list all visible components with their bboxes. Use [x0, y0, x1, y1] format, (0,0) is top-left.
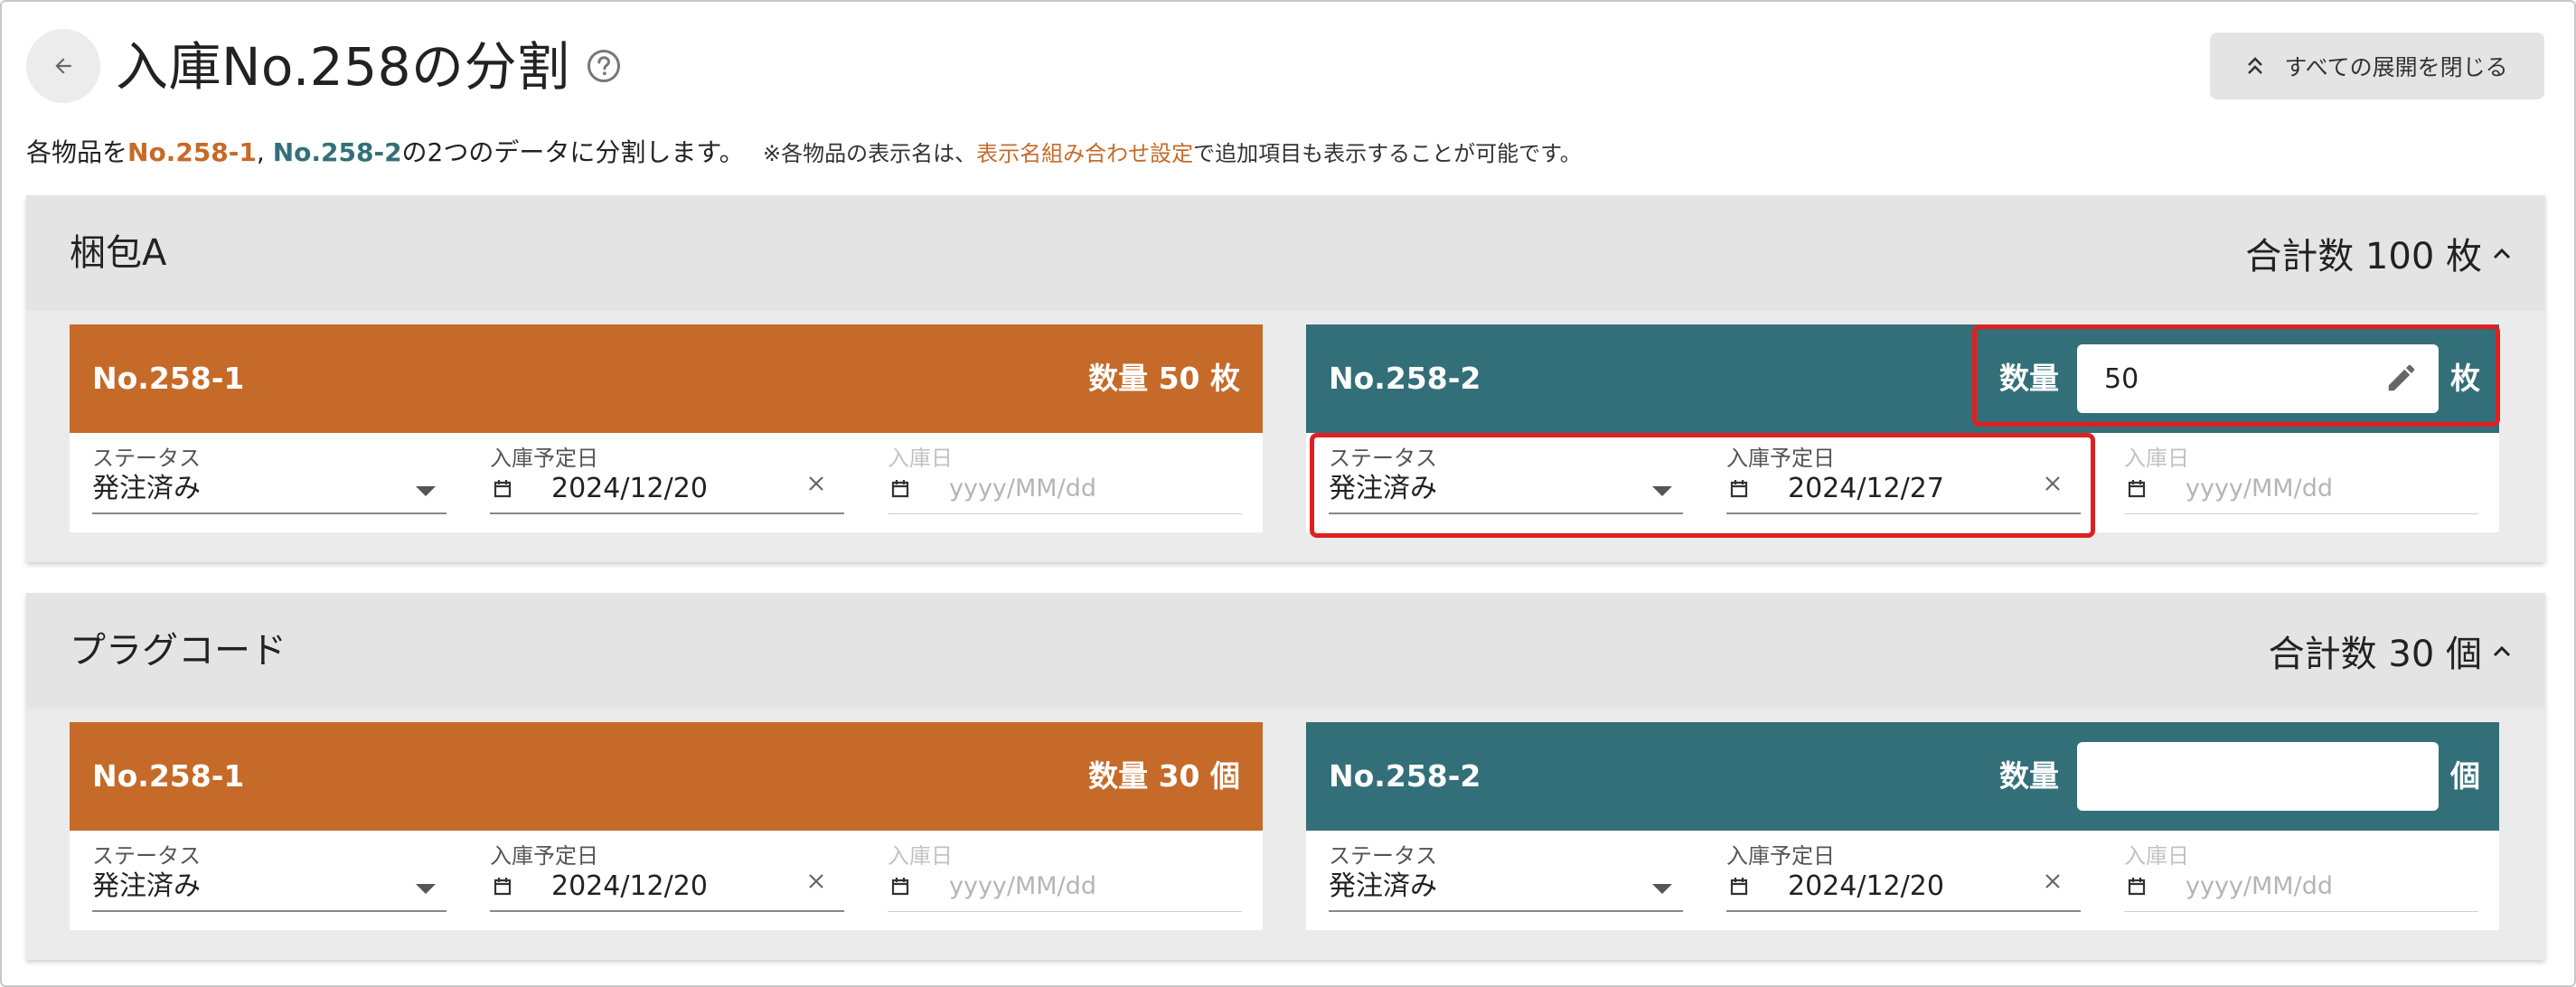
dropdown-arrow-icon: [1652, 884, 1672, 894]
field-underline: [490, 910, 844, 912]
field-underline: [888, 911, 1242, 912]
received-date-field: 入庫日 yyyy/MM/dd: [2124, 832, 2478, 914]
quantity-input[interactable]: [2077, 742, 2439, 811]
field-underline: [92, 512, 447, 514]
section-total: 合計数 100 枚: [2245, 195, 2513, 311]
scheduled-date-label: 入庫予定日: [490, 843, 598, 869]
item-quantity: 数量 30 個: [1088, 758, 1240, 794]
description-no1: No.258-1: [127, 137, 257, 167]
section-plug-cord: プラグコード 合計数 30 個 No.258-1 数量 30 個 ステータス 発…: [26, 593, 2545, 960]
section-total: 合計数 30 個: [2269, 593, 2513, 709]
section-title: 梱包A: [70, 232, 167, 274]
clear-icon[interactable]: [808, 475, 824, 492]
item-quantity: 数量 50 枚: [1088, 361, 1240, 396]
field-underline: [888, 513, 1242, 514]
field-underline: [1329, 910, 1683, 912]
received-date-placeholder: yyyy/MM/dd: [2186, 475, 2333, 503]
calendar-icon: [2128, 480, 2146, 498]
item-number: No.258-1: [92, 361, 245, 396]
field-underline: [2124, 911, 2478, 912]
collapse-all-button[interactable]: すべての展開を閉じる: [2210, 33, 2544, 99]
section-total-label: 合計数 100 枚: [2245, 236, 2482, 277]
description-no2: No.258-2: [272, 137, 402, 167]
field-underline: [1726, 910, 2081, 912]
status-select[interactable]: ステータス 発注済み: [92, 435, 447, 516]
received-date-label: 入庫日: [2124, 446, 2189, 471]
scheduled-date-value: 2024/12/20: [551, 473, 708, 504]
item-card-1: No.258-1 数量 50 枚 ステータス 発注済み 入庫予定日 2024/1…: [70, 324, 1263, 532]
item-number: No.258-1: [92, 758, 245, 794]
section-header[interactable]: プラグコード 合計数 30 個: [26, 593, 2545, 709]
received-date-label: 入庫日: [888, 446, 953, 471]
received-date-field: 入庫日 yyyy/MM/dd: [2124, 435, 2478, 516]
scheduled-date-label: 入庫予定日: [490, 446, 598, 471]
dropdown-arrow-icon: [416, 486, 436, 496]
field-underline: [92, 910, 447, 912]
field-underline: [2124, 513, 2478, 514]
calendar-icon: [2128, 878, 2146, 896]
status-date-highlight-box: [1310, 433, 2095, 538]
item-card-header: No.258-1 数量 30 個: [70, 722, 1263, 831]
scheduled-date-value: 2024/12/20: [1788, 870, 1944, 902]
item-card-header: No.258-2 数量 個: [1306, 722, 2499, 831]
received-date-placeholder: yyyy/MM/dd: [949, 475, 1096, 503]
received-date-field: 入庫日 yyyy/MM/dd: [888, 435, 1242, 516]
status-label: ステータス: [1329, 843, 1437, 869]
clear-icon[interactable]: [808, 873, 824, 889]
item-card-header: No.258-1 数量 50 枚: [70, 324, 1263, 433]
note-suffix: で追加項目も表示することが可能です。: [1193, 141, 1582, 166]
received-date-field: 入庫日 yyyy/MM/dd: [888, 832, 1242, 914]
description-prefix: 各物品を: [26, 137, 128, 167]
status-select[interactable]: ステータス 発注済み: [1329, 832, 1683, 914]
display-name-note: ※各物品の表示名は、表示名組み合わせ設定で追加項目も表示することが可能です。: [763, 136, 1582, 172]
section-total-label: 合計数 30 個: [2268, 634, 2482, 675]
collapse-all-label: すべての展開を閉じる: [2284, 54, 2508, 80]
scheduled-date-label: 入庫予定日: [1726, 843, 1835, 869]
received-date-placeholder: yyyy/MM/dd: [949, 872, 1096, 900]
description-separator: ,: [256, 137, 273, 167]
dropdown-arrow-icon: [416, 884, 436, 894]
calendar-icon: [891, 878, 909, 896]
section-header[interactable]: 梱包A 合計数 100 枚: [26, 195, 2545, 311]
chevron-up-icon[interactable]: [2491, 644, 2513, 658]
status-value: 発注済み: [1329, 870, 1437, 902]
calendar-icon[interactable]: [492, 875, 513, 897]
note-prefix: ※各物品の表示名は、: [763, 141, 977, 166]
page-frame: 入庫No.258の分割 すべての展開を閉じる 各物品をNo.258-1, No.…: [0, 0, 2576, 987]
scheduled-date-field[interactable]: 入庫予定日 2024/12/20: [490, 435, 844, 516]
status-value: 発注済み: [92, 870, 201, 902]
received-date-placeholder: yyyy/MM/dd: [2186, 872, 2333, 900]
display-name-settings-link[interactable]: 表示名組み合わせ設定: [976, 141, 1193, 166]
item-card-2: No.258-2 数量 個 ステータス 発注済み 入庫予定日 2024/12/2…: [1306, 722, 2499, 930]
page-title: 入庫No.258の分割: [116, 36, 570, 98]
status-label: ステータス: [92, 446, 201, 471]
help-icon[interactable]: [586, 48, 622, 84]
chevron-up-icon[interactable]: [2491, 246, 2513, 260]
description-suffix: の2つのデータに分割します。: [401, 137, 745, 167]
status-value: 発注済み: [92, 473, 201, 504]
clear-icon[interactable]: [2045, 873, 2061, 889]
calendar-icon[interactable]: [492, 477, 513, 499]
quantity-unit: 個: [2450, 758, 2480, 794]
split-description: 各物品をNo.258-1, No.258-2の2つのデータに分割します。: [26, 133, 745, 173]
status-label: ステータス: [92, 843, 201, 869]
scheduled-date-field[interactable]: 入庫予定日 2024/12/20: [1726, 832, 2081, 914]
calendar-icon[interactable]: [1728, 875, 1750, 897]
item-number: No.258-2: [1329, 361, 1481, 396]
back-button[interactable]: [26, 29, 100, 103]
scheduled-date-value: 2024/12/20: [551, 870, 708, 902]
back-arrow-icon: [55, 58, 71, 74]
field-underline: [490, 512, 844, 514]
quantity-highlight-box: [1972, 324, 2500, 427]
section-title: プラグコード: [70, 630, 287, 672]
chevrons-up-icon: [2248, 57, 2263, 74]
quantity-label: 数量: [1999, 758, 2059, 794]
item-number: No.258-2: [1329, 758, 1481, 794]
status-select[interactable]: ステータス 発注済み: [92, 832, 447, 914]
calendar-icon: [891, 480, 909, 498]
received-date-label: 入庫日: [888, 843, 953, 869]
item-card-1: No.258-1 数量 30 個 ステータス 発注済み 入庫予定日 2024/1…: [70, 722, 1263, 930]
scheduled-date-field[interactable]: 入庫予定日 2024/12/20: [490, 832, 844, 914]
received-date-label: 入庫日: [2124, 843, 2189, 869]
